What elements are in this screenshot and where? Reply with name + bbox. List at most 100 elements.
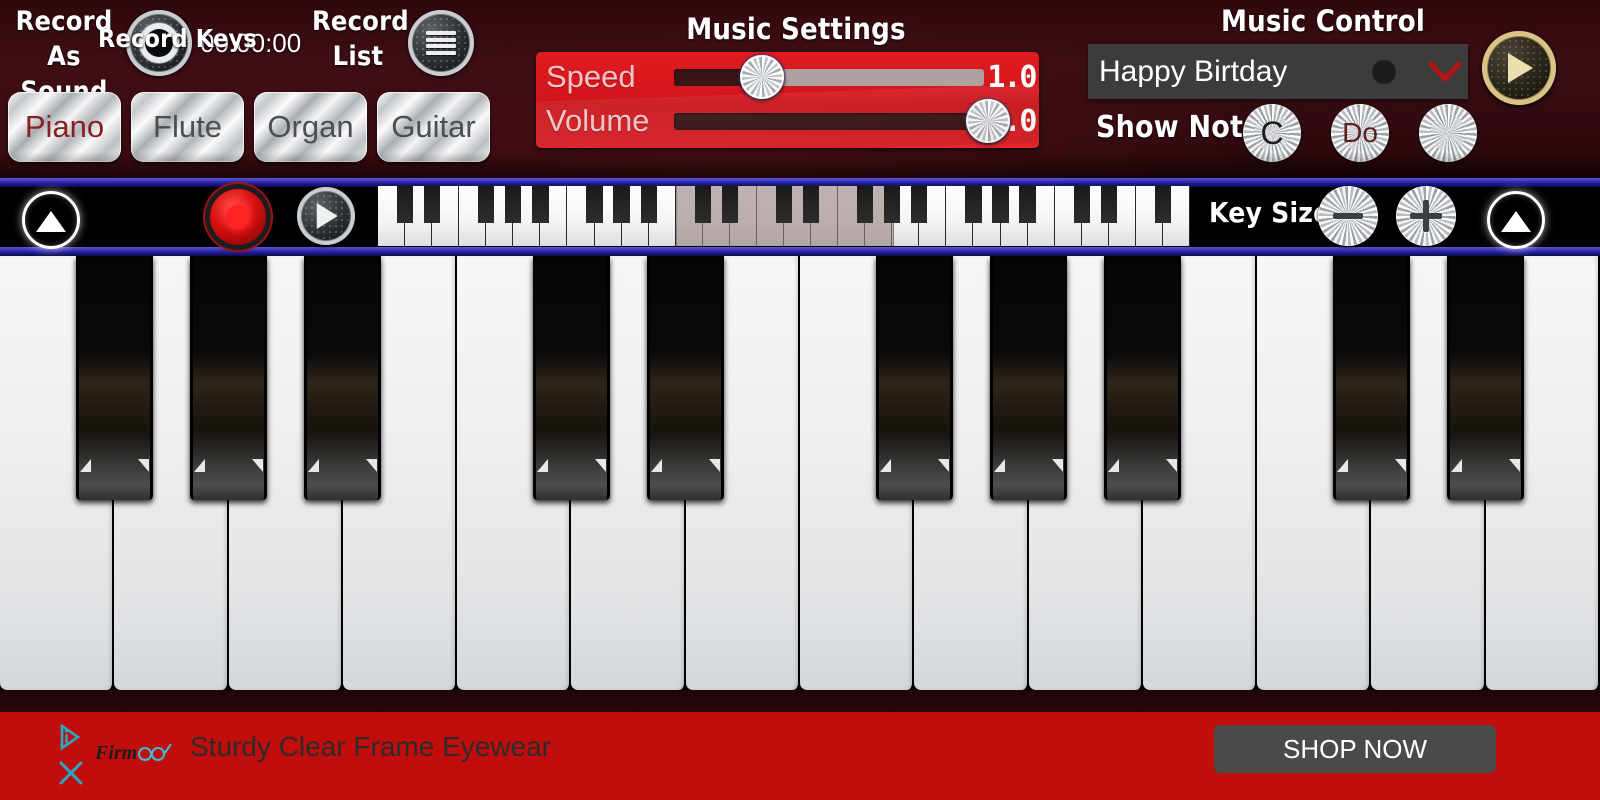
key-size-decrease-button[interactable] [1318,186,1378,246]
show-notes-solfege-label: Do [1342,117,1378,148]
mini-black-key[interactable] [1073,186,1090,224]
black-key[interactable] [304,256,382,500]
mini-black-key[interactable] [505,186,522,224]
piano-keyboard[interactable] [0,256,1600,690]
chevron-down-icon[interactable] [1422,61,1468,83]
mini-black-key[interactable] [640,186,657,224]
volume-slider-track[interactable] [674,99,1011,143]
record-list-line2: List [332,41,384,72]
key-size-label: Key Size [1209,196,1331,229]
speed-label: Speed [546,59,636,94]
mini-black-key[interactable] [586,186,603,224]
black-key-notch [1336,456,1407,472]
instrument-button-piano[interactable]: Piano [8,92,121,162]
ad-separator [0,690,1600,712]
mini-black-key[interactable] [694,186,711,224]
instrument-button-flute[interactable]: Flute [131,92,244,162]
ad-headline: Sturdy Clear Frame Eyewear [190,731,552,762]
instrument-button-guitar[interactable]: Guitar [377,92,490,162]
volume-label: Volume [546,103,650,138]
show-notes-solfege-button[interactable]: Do [1331,104,1389,162]
show-notes-letter-button[interactable]: C [1243,104,1301,162]
triangle-up-icon [36,210,66,232]
mini-black-key[interactable] [532,186,549,224]
black-key[interactable] [75,256,153,500]
mini-black-key[interactable] [396,186,414,224]
black-key[interactable] [1332,256,1410,500]
adchoices-icon[interactable] [56,722,86,757]
music-settings-title: Music Settings [686,12,906,46]
play-keys-button[interactable] [297,187,355,245]
black-key-notch [307,456,378,472]
plus-icon [1410,200,1442,232]
collapse-panel-left-button[interactable] [22,191,80,249]
music-control-title: Music Control [1220,4,1425,38]
mini-black-key[interactable] [478,186,495,224]
record-keys-button[interactable] [210,189,266,245]
shop-now-button[interactable]: SHOP NOW [1214,725,1496,773]
black-key-notch [1107,456,1178,472]
speed-slider-fill [760,68,984,86]
mini-black-key[interactable] [1019,186,1036,224]
volume-slider-thumb[interactable] [966,99,1011,143]
speed-slider-track[interactable] [674,55,984,99]
black-key[interactable] [875,256,953,500]
speed-row: Speed 1.0 [536,55,1039,99]
mini-black-key[interactable] [992,186,1009,224]
black-key-notch [879,456,950,472]
black-key-notch [650,456,721,472]
black-key-notch [79,456,150,472]
song-select[interactable]: Happy Birtday [1088,44,1468,99]
close-x-icon[interactable] [56,758,86,793]
black-key[interactable] [190,256,268,500]
triangle-up-icon [1501,210,1531,232]
instrument-selector: Piano Flute Organ Guitar [8,92,490,162]
record-list-button[interactable] [408,10,474,76]
mini-black-key[interactable] [911,186,928,224]
mini-black-key[interactable] [775,186,793,224]
mini-black-key[interactable] [613,186,630,224]
mini-black-key[interactable] [965,186,982,224]
black-key[interactable] [1104,256,1182,500]
volume-value: 1.0 [987,103,1037,139]
list-lines-icon [426,31,456,55]
selected-song: Happy Birtday [1099,54,1288,88]
speed-slider-thumb[interactable] [740,55,785,99]
record-list-line1: Record [312,6,409,37]
volume-row: Volume 1.0 [536,99,1039,143]
mini-black-key[interactable] [1100,186,1117,224]
song-indicator-dot [1372,59,1396,84]
music-settings-panel: Speed 1.0 Volume 1.0 [536,52,1039,148]
svg-text:Firm: Firm [95,742,137,764]
black-key-notch [993,456,1064,472]
black-key[interactable] [990,256,1068,500]
show-notes-off-button[interactable] [1419,104,1477,162]
black-key[interactable] [1447,256,1525,500]
black-key-notch [193,456,264,472]
toolbar-bottom-edge [0,247,1600,256]
ad-brand-logo: Firm [94,734,185,768]
black-key[interactable] [532,256,610,500]
play-song-button[interactable] [1482,31,1556,105]
play-triangle-icon [316,203,338,229]
black-key[interactable] [647,256,725,500]
piano-app: Record As Sound 00:00:00 Record List Pia… [0,0,1600,800]
instrument-button-organ[interactable]: Organ [254,92,367,162]
mini-black-key[interactable] [721,186,738,224]
collapse-panel-right-button[interactable] [1487,191,1545,249]
mini-black-key[interactable] [857,186,874,224]
black-key-notch [1450,456,1521,472]
mini-black-key[interactable] [884,186,901,224]
record-list-label: Record List [312,4,409,74]
record-keys-label: Record Keys [98,24,257,53]
mini-black-key[interactable] [1154,186,1172,224]
minus-icon [1333,213,1363,219]
key-size-increase-button[interactable] [1396,186,1456,246]
black-key-notch [536,456,607,472]
mini-black-key[interactable] [424,186,441,224]
mini-keyboard-navigator[interactable] [378,186,1190,246]
show-notes-letter-label: C [1260,114,1284,151]
play-triangle-icon [1508,53,1533,83]
mini-black-key[interactable] [802,186,820,224]
knob-ring [1430,115,1466,151]
